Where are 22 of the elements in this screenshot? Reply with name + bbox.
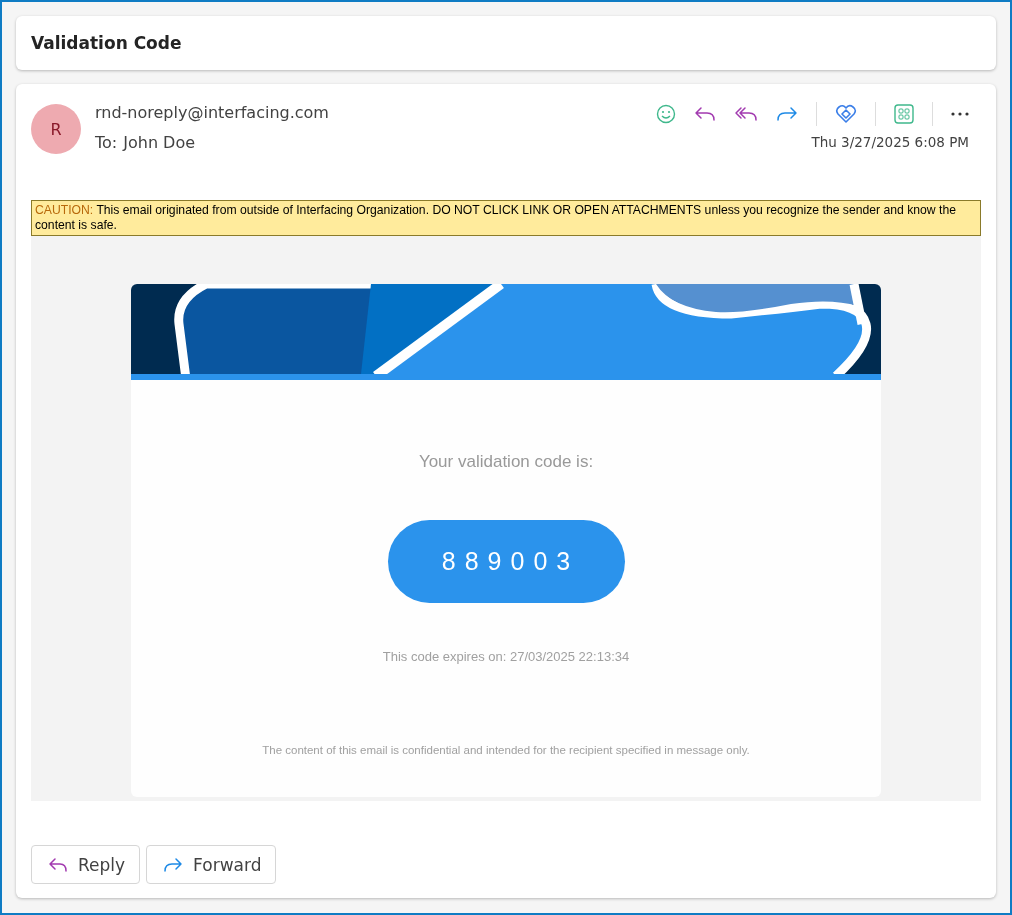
reply-button[interactable]: Reply xyxy=(31,845,141,884)
intro-text: Your validation code is: xyxy=(418,452,594,472)
validation-code: 889003 xyxy=(387,520,625,603)
sender-address: rnd-noreply@interfacing.com xyxy=(95,103,330,122)
more-icon[interactable] xyxy=(951,112,969,116)
reply-icon xyxy=(48,856,68,873)
forward-icon[interactable] xyxy=(776,106,798,122)
reply-all-icon[interactable] xyxy=(734,106,758,122)
confidentiality-notice: The content of this email is confidential and intended for the recipient specified in message only. xyxy=(262,744,750,756)
to-label: To: xyxy=(95,133,118,152)
smiley-icon[interactable] xyxy=(656,104,676,124)
forward-button[interactable]: Forward xyxy=(146,845,277,884)
forward-icon xyxy=(163,856,184,873)
recipient-name[interactable]: John Doe xyxy=(123,133,196,152)
heart-loop-icon[interactable] xyxy=(835,104,857,124)
caution-banner: CAUTION: This email originated from outside of Interfacing Organization. DO NOT CLICK LINK OR OPEN ATTACHMENTS unless you recognize the sender and know the content is safe. xyxy=(31,200,981,236)
apps-icon[interactable] xyxy=(894,104,914,124)
reply-icon[interactable] xyxy=(694,106,716,122)
window-title: Validation Code xyxy=(31,33,182,53)
received-date: Thu 3/27/2025 6:08 PM xyxy=(811,134,969,150)
expiry-text: This code expires on: 27/03/2025 22:13:34 xyxy=(382,649,630,664)
avatar: R xyxy=(31,104,81,154)
